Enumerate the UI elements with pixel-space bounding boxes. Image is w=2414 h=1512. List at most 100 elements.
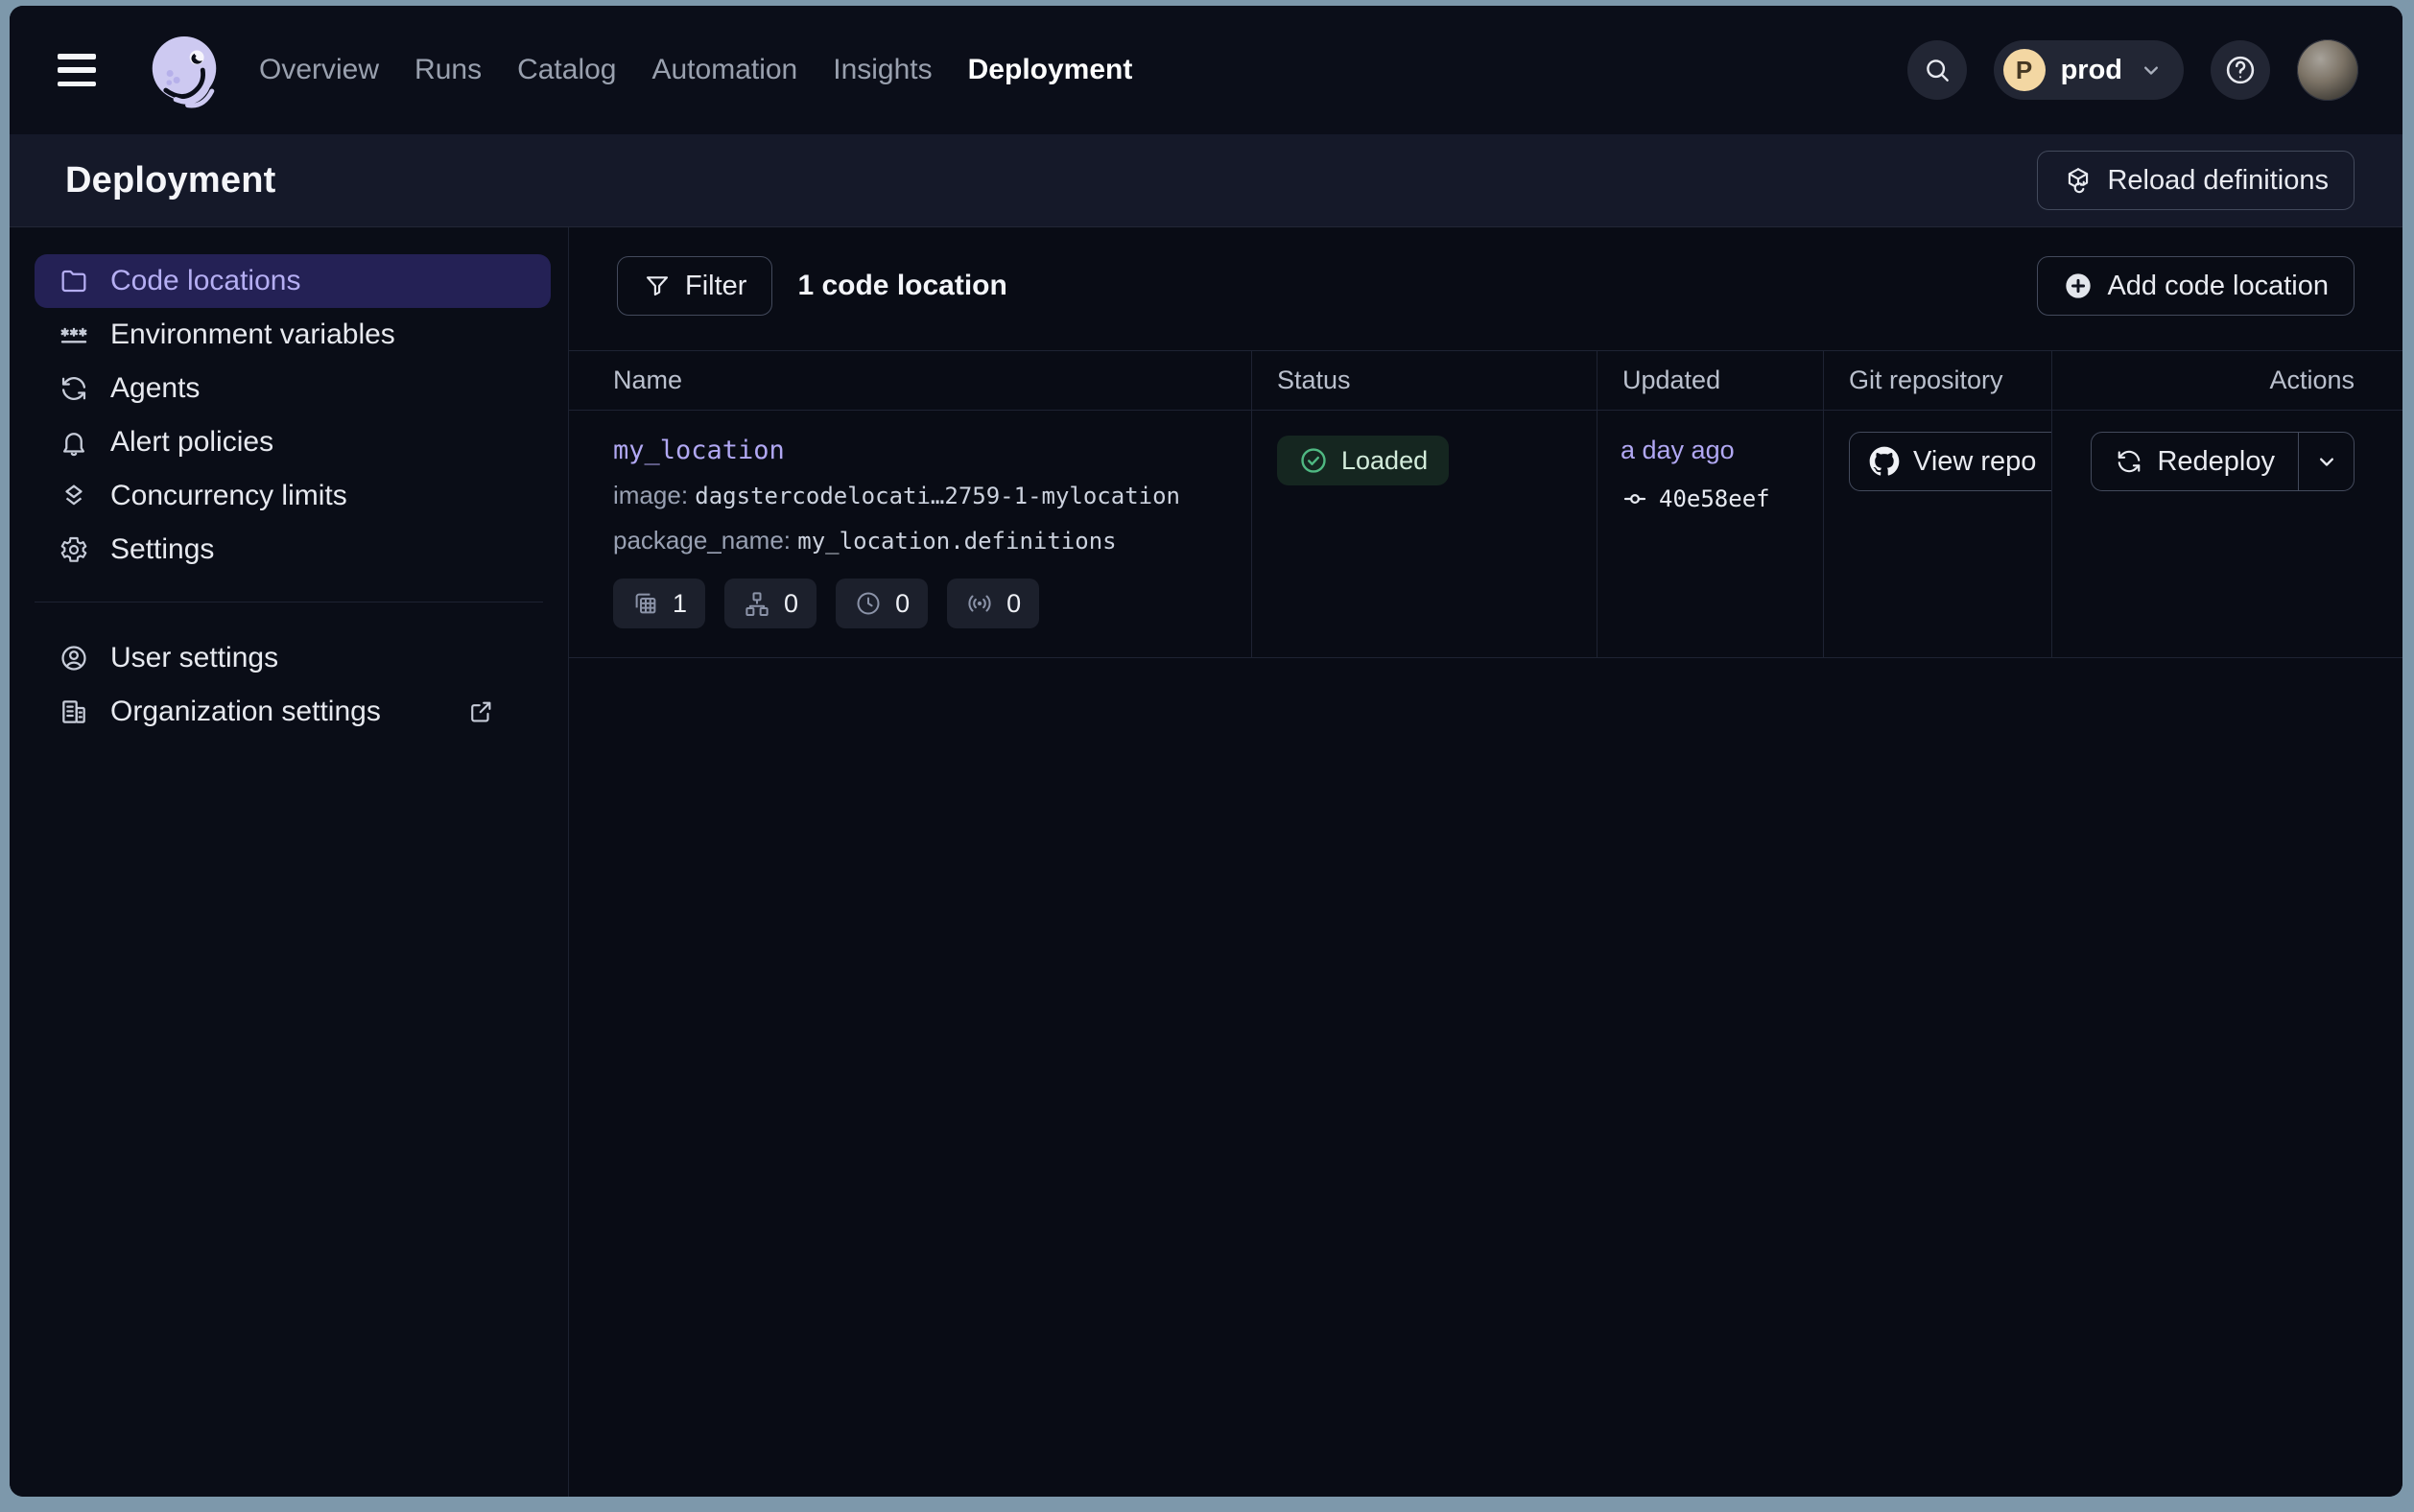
reload-definitions-button[interactable]: Reload definitions xyxy=(2037,151,2355,210)
nav-deployment[interactable]: Deployment xyxy=(968,54,1133,86)
sidebar-item-agents[interactable]: Agents xyxy=(35,362,551,415)
column-header-updated: Updated xyxy=(1598,351,1824,410)
image-line: image: dagstercodelocati…2759-1-mylocati… xyxy=(613,481,1251,510)
package-label: package_name: xyxy=(613,526,791,555)
status-text: Loaded xyxy=(1341,446,1428,476)
page-title: Deployment xyxy=(65,160,275,201)
package-line: package_name: my_location.definitions xyxy=(613,526,1251,555)
sidebar-item-label: Environment variables xyxy=(110,319,395,351)
code-locations-panel: Filter 1 code location Add code location… xyxy=(569,227,2402,1497)
sidebar-item-settings[interactable]: Settings xyxy=(35,523,551,577)
view-repo-label: View repo xyxy=(1913,446,2036,478)
assets-icon xyxy=(631,589,660,618)
env-vars-icon xyxy=(59,319,89,350)
topbar-right-cluster: P prod xyxy=(1907,39,2358,101)
user-circle-icon xyxy=(59,643,89,673)
gear-icon xyxy=(59,534,89,565)
nav-catalog[interactable]: Catalog xyxy=(517,54,616,86)
table-row: my_location image: dagstercodelocati…275… xyxy=(569,411,2402,658)
search-icon xyxy=(1922,55,1952,85)
layers-icon xyxy=(59,481,89,511)
schedules-count-chip[interactable]: 0 xyxy=(836,579,928,628)
sidebar-item-concurrency-limits[interactable]: Concurrency limits xyxy=(35,469,551,523)
sidebar-item-user-settings[interactable]: User settings xyxy=(35,631,551,685)
jobs-icon xyxy=(743,589,771,618)
commit-row: 40e58eef xyxy=(1621,484,1823,513)
schedules-count: 0 xyxy=(895,589,910,619)
view-repo-button[interactable]: View repo xyxy=(1849,432,2052,491)
add-code-location-label: Add code location xyxy=(2107,271,2329,302)
sensor-icon xyxy=(965,589,994,618)
redeploy-label: Redeploy xyxy=(2157,446,2275,478)
page-header: Deployment Reload definitions xyxy=(10,134,2402,227)
column-header-git-repository: Git repository xyxy=(1824,351,2052,410)
image-value: dagstercodelocati…2759-1-mylocation xyxy=(695,483,1180,509)
check-circle-icon xyxy=(1298,445,1329,476)
actions-cell: Redeploy xyxy=(2052,411,2402,657)
user-avatar[interactable] xyxy=(2297,39,2358,101)
search-button[interactable] xyxy=(1907,40,1967,100)
definition-count-chips: 1 0 xyxy=(613,579,1251,628)
sidebar-item-label: Agents xyxy=(110,372,200,405)
sidebar-item-label: Settings xyxy=(110,533,214,566)
updated-link[interactable]: a day ago xyxy=(1621,436,1735,464)
redeploy-more-button[interactable] xyxy=(2298,433,2354,490)
chevron-down-icon xyxy=(2138,57,2165,83)
redeploy-icon xyxy=(2115,447,2143,476)
reload-definitions-icon xyxy=(2063,165,2094,196)
sync-icon xyxy=(59,373,89,404)
sidebar-item-label: Code locations xyxy=(110,265,300,297)
sensors-count-chip[interactable]: 0 xyxy=(947,579,1039,628)
plus-circle-icon xyxy=(2063,271,2094,301)
main-nav: Overview Runs Catalog Automation Insight… xyxy=(259,54,1132,86)
schedule-icon xyxy=(854,589,883,618)
commit-hash[interactable]: 40e58eef xyxy=(1659,485,1770,512)
reload-definitions-label: Reload definitions xyxy=(2107,165,2329,197)
code-location-count: 1 code location xyxy=(797,270,1006,302)
github-icon xyxy=(1869,446,1900,477)
sidebar-item-code-locations[interactable]: Code locations xyxy=(35,254,551,308)
git-commit-icon xyxy=(1621,484,1649,513)
workspace-switcher[interactable]: P prod xyxy=(1994,40,2184,100)
jobs-count-chip[interactable]: 0 xyxy=(724,579,816,628)
assets-count: 1 xyxy=(673,589,687,619)
add-code-location-button[interactable]: Add code location xyxy=(2037,256,2355,316)
assets-count-chip[interactable]: 1 xyxy=(613,579,705,628)
nav-automation[interactable]: Automation xyxy=(651,54,797,86)
package-value: my_location.definitions xyxy=(797,528,1116,555)
redeploy-split-button: Redeploy xyxy=(2091,432,2355,491)
column-header-actions: Actions xyxy=(2052,351,2402,410)
menu-icon[interactable] xyxy=(58,54,96,86)
sidebar-item-alert-policies[interactable]: Alert policies xyxy=(35,415,551,469)
sidebar-item-organization-settings[interactable]: Organization settings xyxy=(35,685,551,739)
folder-icon xyxy=(59,266,89,296)
workspace-avatar: P xyxy=(2003,49,2046,91)
git-repository-cell: View repo xyxy=(1824,411,2052,657)
filter-icon xyxy=(643,272,672,300)
sidebar-item-label: User settings xyxy=(110,642,278,674)
sidebar-item-environment-variables[interactable]: Environment variables xyxy=(35,308,551,362)
jobs-count: 0 xyxy=(784,589,798,619)
top-navigation-bar: Overview Runs Catalog Automation Insight… xyxy=(10,6,2402,134)
toolbar: Filter 1 code location Add code location xyxy=(569,227,2402,316)
updated-cell: a day ago 40e58eef xyxy=(1598,411,1824,657)
deployment-sidebar: Code locations Environment variables xyxy=(10,227,569,1497)
nav-overview[interactable]: Overview xyxy=(259,54,379,86)
status-badge: Loaded xyxy=(1277,436,1449,485)
sidebar-item-label: Alert policies xyxy=(110,426,273,459)
nav-runs[interactable]: Runs xyxy=(414,54,482,86)
column-header-status: Status xyxy=(1252,351,1598,410)
code-location-link[interactable]: my_location xyxy=(613,436,785,465)
sidebar-item-label: Concurrency limits xyxy=(110,480,347,512)
status-cell: Loaded xyxy=(1252,411,1598,657)
help-button[interactable] xyxy=(2211,40,2270,100)
code-locations-table: Name Status Updated Git repository Actio… xyxy=(569,350,2402,658)
redeploy-button[interactable]: Redeploy xyxy=(2092,433,2298,490)
app-window: Overview Runs Catalog Automation Insight… xyxy=(10,6,2402,1497)
nav-insights[interactable]: Insights xyxy=(833,54,932,86)
dagster-logo-icon[interactable] xyxy=(144,30,225,110)
sensors-count: 0 xyxy=(1006,589,1021,619)
filter-button[interactable]: Filter xyxy=(617,256,772,316)
building-icon xyxy=(59,697,89,727)
filter-label: Filter xyxy=(685,271,746,302)
